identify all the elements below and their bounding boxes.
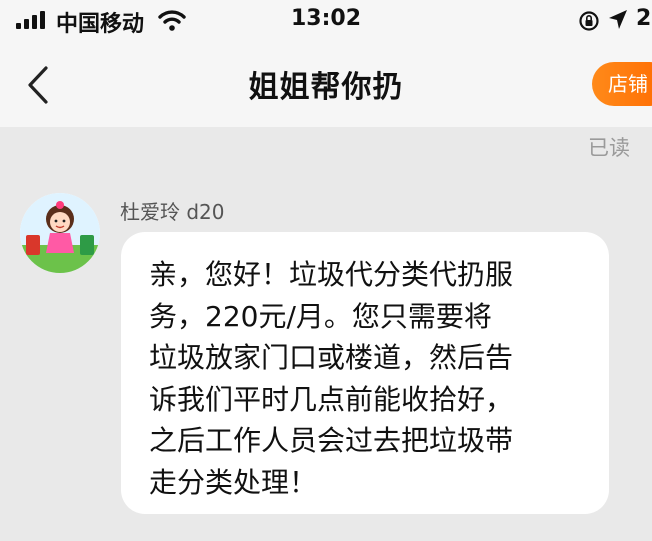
status-bar: 中国移动 13:02 2 xyxy=(0,0,652,40)
location-icon xyxy=(609,10,627,29)
avatar-image xyxy=(20,193,100,273)
clock: 13:02 xyxy=(290,6,362,31)
page-title: 姐姐帮你扔 xyxy=(248,70,404,105)
rotation-lock-icon xyxy=(579,11,599,31)
battery-label: 2 xyxy=(636,6,652,31)
avatar[interactable] xyxy=(20,193,100,273)
read-status: 已读 xyxy=(588,136,630,160)
sender-name: 杜爱玲 d20 xyxy=(120,200,225,224)
store-button[interactable]: 店铺 xyxy=(592,62,652,106)
message-bubble[interactable]: 亲，您好！垃圾代分类代扔服 务，220元/月。您只需要将 垃圾放家门口或楼道，然… xyxy=(121,232,609,514)
header-area: 中国移动 13:02 2 姐姐帮你扔 店铺 xyxy=(0,0,652,127)
